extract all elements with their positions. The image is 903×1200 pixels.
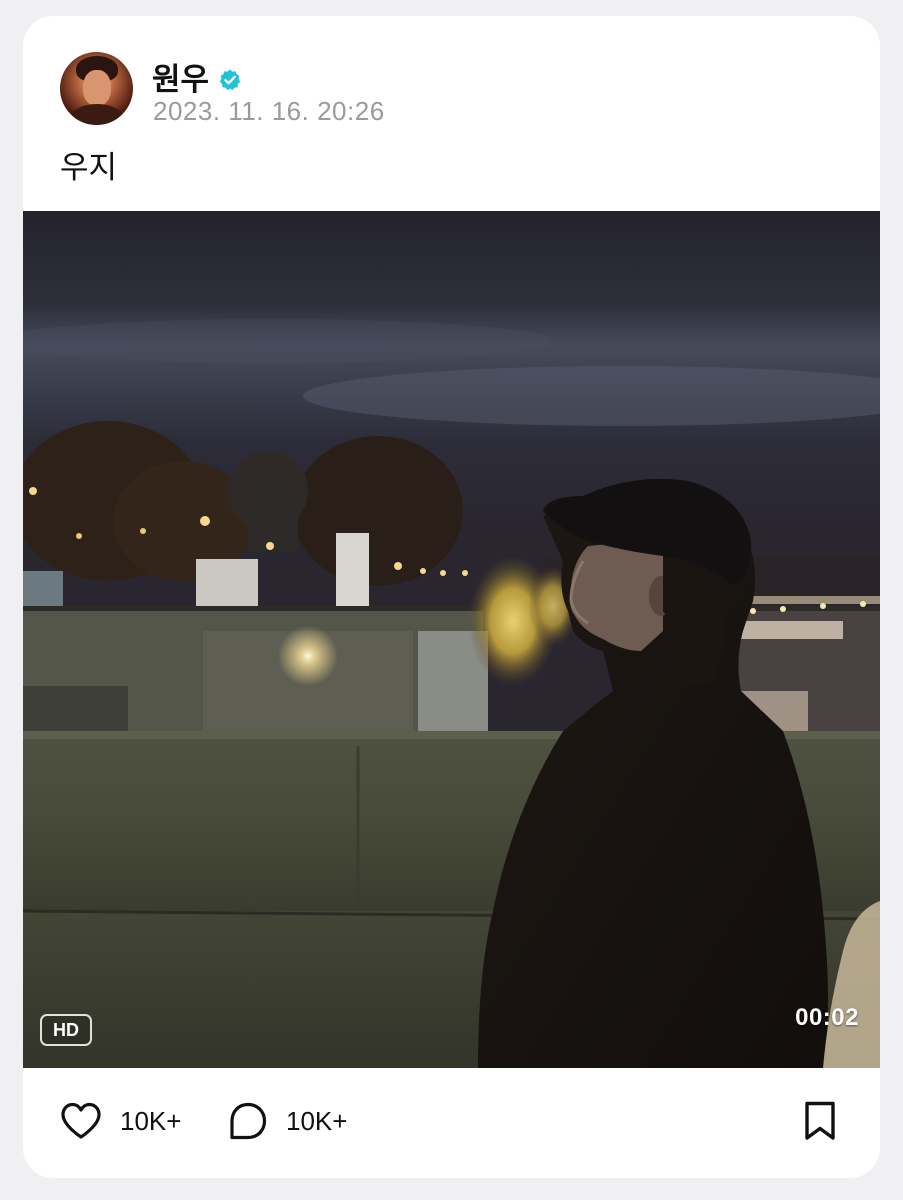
post-caption: 우지: [60, 150, 118, 186]
post-header: 원우 2023. 11. 16. 20:26 우지: [23, 16, 880, 211]
comment-button[interactable]: 10K+: [228, 1098, 347, 1144]
hd-quality-badge[interactable]: HD: [40, 1014, 92, 1046]
author-avatar[interactable]: [60, 52, 133, 125]
post-card: 원우 2023. 11. 16. 20:26 우지 HD 00:02 10K+ …: [23, 16, 880, 1178]
post-actions-bar: 10K+ 10K+: [23, 1068, 880, 1178]
author-name[interactable]: 원우: [152, 62, 209, 98]
post-timestamp: 2023. 11. 16. 20:26: [153, 96, 385, 126]
verified-badge-icon: [219, 69, 241, 91]
like-count: 10K+: [120, 1105, 182, 1136]
video-duration: 00:02: [795, 1004, 859, 1031]
bookmark-icon[interactable]: [800, 1100, 840, 1142]
like-button[interactable]: 10K+: [60, 1098, 181, 1144]
video-player[interactable]: HD 00:02: [23, 211, 880, 1068]
video-frame: [23, 211, 880, 1068]
heart-icon: [61, 1102, 101, 1139]
comment-count: 10K+: [286, 1105, 348, 1136]
author-name-row: 원우: [152, 62, 242, 98]
comment-bubble-icon: [230, 1102, 267, 1140]
